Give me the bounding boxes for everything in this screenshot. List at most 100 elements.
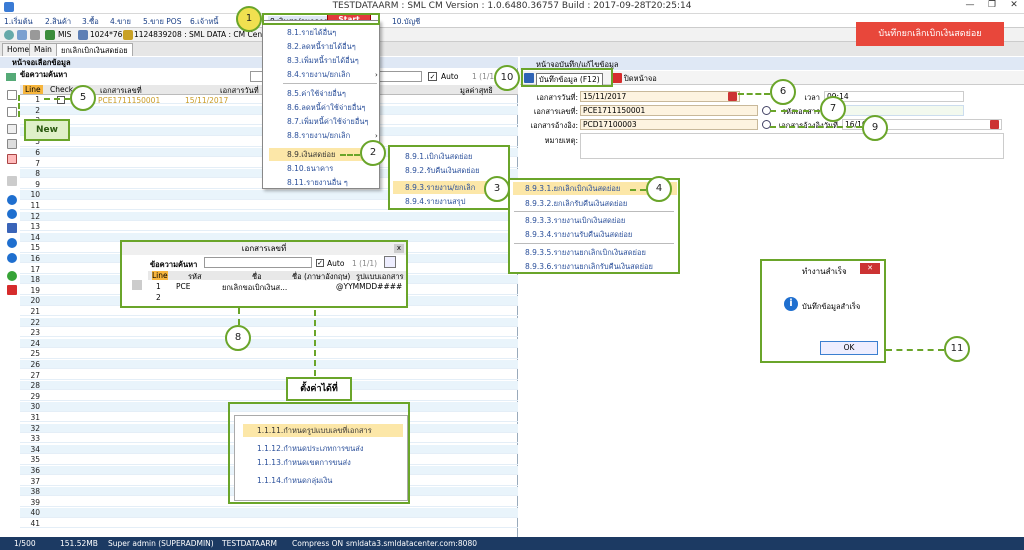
ok-button[interactable]: OK: [820, 341, 878, 355]
dialog-row1-code[interactable]: PCE: [176, 282, 191, 291]
delete-doc-icon[interactable]: [7, 154, 17, 164]
doc-icon[interactable]: [7, 107, 17, 117]
menu-item-8-1[interactable]: 8.1.รายได้อื่นๆ: [269, 26, 379, 39]
new-icon[interactable]: [7, 90, 17, 100]
menu-item-8-4[interactable]: 8.4.รายงาน/ยกเลิก: [269, 68, 379, 81]
copy-icon[interactable]: [7, 124, 17, 134]
row-line-number: 16: [30, 254, 40, 263]
menu-item-8-10[interactable]: 8.10.ธนาคาร: [269, 162, 379, 175]
col-line[interactable]: Line: [23, 85, 43, 94]
dialog-auto-checkbox[interactable]: ✓: [316, 259, 324, 267]
table-row[interactable]: 41: [20, 519, 518, 529]
table-row[interactable]: 21: [20, 307, 518, 317]
menu-accounting[interactable]: 10.บัญชี: [392, 16, 420, 28]
menu-item-8-6[interactable]: 8.6.ลดหนี้ค่าใช้จ่ายอื่นๆ: [269, 101, 379, 114]
time-field[interactable]: 09:14: [824, 91, 964, 102]
dialog-close-icon[interactable]: x: [394, 244, 404, 253]
tree-icon[interactable]: [6, 73, 16, 81]
ref-field[interactable]: PCD17100003: [580, 119, 758, 130]
print-icon[interactable]: [7, 139, 17, 149]
save-button-highlight: [521, 68, 613, 87]
menu-item-8-8[interactable]: 8.8.รายงาน/ยกเลิก: [269, 129, 379, 142]
menu-item-8-11[interactable]: 8.11.รายงานอื่น ๆ: [269, 176, 379, 189]
date-label: เอกสารวันที่:: [536, 93, 578, 102]
table-row[interactable]: 28: [20, 381, 518, 391]
menu-item-8-9-2[interactable]: 8.9.2.รับคืนเงินสดย่อย: [393, 164, 507, 177]
row-line-number: 19: [30, 285, 40, 295]
minimize-button[interactable]: —: [960, 0, 980, 14]
row-line-number: 27: [30, 370, 40, 380]
row-line-number: 31: [30, 413, 40, 422]
blank-icon[interactable]: [7, 176, 17, 186]
menu-item-8-9-1[interactable]: 8.9.1.เบิกเงินสดย่อย: [393, 150, 507, 163]
menu-item-8-2[interactable]: 8.2.ลดหนี้รายได้อื่นๆ: [269, 40, 379, 53]
clock-icon[interactable]: [4, 30, 14, 40]
dialog-col-line[interactable]: Line: [152, 271, 168, 280]
prev-icon[interactable]: [7, 195, 17, 205]
table-row[interactable]: 24: [20, 338, 518, 349]
table-row[interactable]: 13: [20, 222, 518, 232]
menu-item-8-5[interactable]: 8.5.ค่าใช้จ่ายอื่นๆ: [269, 87, 379, 100]
menu-item-8-9-3-3[interactable]: 8.9.3.3.รายงานเบิกเงินสดย่อย: [513, 214, 677, 227]
tab-cancel-petty-cash[interactable]: ยกเลิกเบิกเงินสดย่อย: [56, 43, 133, 56]
table-row[interactable]: 27: [20, 371, 518, 380]
note-field[interactable]: [580, 133, 1004, 159]
table-row[interactable]: 40: [20, 508, 518, 518]
row-line-number: 33: [30, 434, 40, 444]
menu-item-8-7[interactable]: 8.7.เพิ่มหนี้ค่าใช้จ่ายอื่นๆ: [269, 115, 379, 128]
grid-icon[interactable]: [30, 30, 40, 40]
menu-product[interactable]: 2.สินค้า: [45, 16, 71, 28]
table-row[interactable]: 22: [20, 317, 518, 327]
success-dialog-title: ทำงานสำเร็จ: [802, 267, 847, 276]
close-form-icon[interactable]: [612, 73, 622, 83]
menu-item-8-9-3-5[interactable]: 8.9.3.5.รายงานยกเลิกเบิกเงินสดย่อย: [513, 246, 677, 259]
chart-icon[interactable]: [45, 30, 55, 40]
dialog-search-icon[interactable]: [384, 256, 396, 268]
menu-item-8-9-3-4[interactable]: 8.9.3.4.รายงานรับคืนเงินสดย่อย: [513, 228, 677, 241]
row1-doc-no[interactable]: PCE1711150001: [98, 96, 160, 105]
auto-checkbox[interactable]: ✓: [428, 72, 437, 81]
menu-buy[interactable]: 3.ซื้อ: [82, 16, 99, 28]
menu-start[interactable]: 1.เริ่มต้น: [4, 16, 33, 28]
menu-item-8-3[interactable]: 8.3.เพิ่มหนี้รายได้อื่นๆ: [269, 54, 379, 67]
dialog-row1-line[interactable]: 1: [156, 282, 161, 291]
down-icon[interactable]: [7, 253, 17, 263]
dialog-side-icon[interactable]: [132, 280, 142, 290]
expand-icon[interactable]: [7, 223, 17, 233]
menu-creditor[interactable]: 6.เจ้าหนี้: [190, 16, 218, 28]
tab-main[interactable]: Main: [29, 43, 57, 56]
ref-calendar-icon[interactable]: [990, 120, 999, 129]
help-icon[interactable]: [7, 271, 17, 281]
resolution-label: 1024*768: [90, 30, 128, 39]
calendar-icon[interactable]: [728, 92, 737, 101]
menu-item-8-9-3-6[interactable]: 8.9.3.6.รายงานยกเลิกรับคืนเงินสดย่อย: [513, 260, 677, 273]
dialog-row1-name[interactable]: ยกเลิกขอเบิกเงินส...: [222, 282, 287, 294]
table-row[interactable]: 23: [20, 328, 518, 338]
table-row[interactable]: 26: [20, 360, 518, 370]
close-button[interactable]: ✕: [1004, 0, 1024, 14]
mis-label[interactable]: MIS: [58, 30, 71, 39]
window-icon[interactable]: [17, 30, 27, 40]
next-icon[interactable]: [7, 209, 17, 219]
dialog-search-input[interactable]: [204, 257, 312, 268]
row-line-number: 6: [35, 148, 40, 157]
callout-4: 4: [646, 176, 672, 202]
menu-pos[interactable]: 5.ขาย POS: [143, 16, 181, 28]
close-form-button[interactable]: ปิดหน้าจอ: [624, 73, 657, 85]
col-check[interactable]: Check: [50, 85, 73, 94]
callout-2: 2: [360, 140, 386, 166]
success-close-button[interactable]: ✕: [860, 263, 880, 274]
table-row[interactable]: 29: [20, 392, 518, 402]
maximize-button[interactable]: ❐: [982, 0, 1002, 14]
table-row[interactable]: 12: [20, 211, 518, 221]
doc-no-field[interactable]: PCE1711150001: [580, 105, 758, 116]
dialog-row1-format[interactable]: @YYMMDD####: [336, 282, 402, 291]
table-row[interactable]: 25: [20, 349, 518, 359]
menu-sell[interactable]: 4.ขาย: [110, 16, 131, 28]
up-icon[interactable]: [7, 238, 17, 248]
dialog-row2-line[interactable]: 2: [156, 293, 161, 302]
date-field[interactable]: 15/11/2017: [580, 91, 740, 102]
callout-10: 10: [494, 65, 520, 91]
row1-doc-date[interactable]: 15/11/2017: [185, 96, 228, 105]
exit-icon[interactable]: [7, 285, 17, 295]
